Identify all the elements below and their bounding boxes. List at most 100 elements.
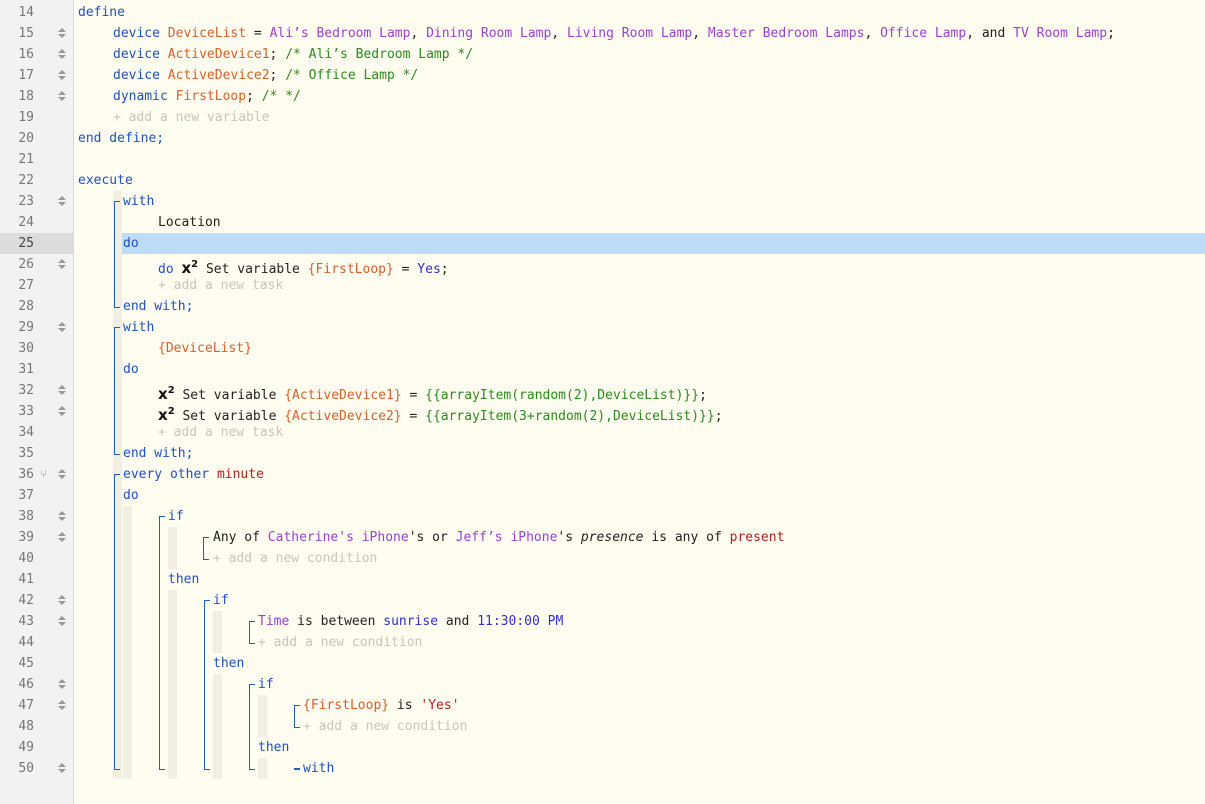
line-number: 15: [18, 26, 34, 41]
token-other: other: [169, 467, 210, 482]
token-then: then: [213, 656, 245, 671]
code-line[interactable]: do: [123, 233, 139, 254]
condition-bracket: [249, 621, 255, 644]
token-s-or: 's or: [408, 530, 448, 545]
move-handle-icon[interactable]: [56, 758, 68, 779]
move-handle-icon[interactable]: [56, 590, 68, 611]
move-handle-icon[interactable]: [56, 506, 68, 527]
code-line[interactable]: end with;: [123, 443, 193, 464]
line-number: 41: [18, 572, 34, 587]
code-line[interactable]: end with;: [123, 296, 193, 317]
token-is: is: [396, 698, 413, 713]
code-line[interactable]: every other minute: [123, 464, 264, 485]
code-line[interactable]: then: [168, 569, 199, 590]
code-line[interactable]: + add a new task: [158, 422, 283, 443]
line-number: 17: [18, 68, 34, 83]
code-line[interactable]: with: [303, 758, 334, 779]
code-line[interactable]: + add a new task: [158, 275, 283, 296]
code-line[interactable]: then: [213, 653, 244, 674]
token-lamp4: Master Bedroom Lamps: [707, 26, 865, 41]
move-handle-icon[interactable]: [56, 527, 68, 548]
condition-bracket: [203, 537, 209, 560]
code-line[interactable]: dynamic FirstLoop; /* */: [113, 86, 301, 107]
token-add-condition[interactable]: + add a new condition: [258, 635, 422, 650]
code-line[interactable]: execute: [78, 170, 133, 191]
move-handle-icon[interactable]: [56, 23, 68, 44]
token-do: do: [123, 362, 139, 377]
code-line[interactable]: if: [258, 674, 274, 695]
token-lamp2: Dining Room Lamp: [426, 26, 552, 41]
token-with: with: [123, 194, 155, 209]
code-line[interactable]: {DeviceList}: [158, 338, 252, 359]
token-expr2: {{arrayItem(3+random(2),DeviceList)}}: [425, 409, 715, 424]
token-comma: ,: [551, 26, 567, 41]
active-line-highlight: [122, 233, 1205, 254]
token-every: every: [123, 467, 163, 482]
token-add-variable[interactable]: + add a new variable: [113, 110, 270, 125]
line-gutter: 14 15 16 17 18 19 20 21 22 23 24 25 26 27 28 29 30 31 32 33…: [0, 0, 74, 804]
code-line[interactable]: do x2 Set variable {FirstLoop} = Yes;: [158, 254, 449, 277]
token-add-task[interactable]: + add a new task: [158, 278, 283, 293]
code-line[interactable]: if: [168, 506, 184, 527]
token-comma: ,: [410, 26, 427, 41]
line-number: 47: [18, 698, 34, 713]
token-lamp1: Ali’s Bedroom Lamp: [269, 26, 411, 41]
token-add-task[interactable]: + add a new task: [158, 425, 283, 440]
line-number: 36: [18, 467, 34, 482]
code-line[interactable]: Any of Catherine's iPhone's or Jeff’s iP…: [213, 527, 784, 548]
line-number: 16: [18, 47, 34, 62]
move-handle-icon[interactable]: [56, 317, 68, 338]
line-number: 32: [18, 383, 34, 398]
code-line[interactable]: define: [78, 2, 125, 23]
move-handle-icon[interactable]: [56, 86, 68, 107]
fork-icon[interactable]: ⑂: [40, 464, 52, 485]
code-line[interactable]: Location: [158, 212, 221, 233]
token-add-condition[interactable]: + add a new condition: [213, 551, 377, 566]
move-handle-icon[interactable]: [56, 191, 68, 212]
code-line[interactable]: + add a new variable: [113, 107, 270, 128]
move-handle-icon[interactable]: [56, 65, 68, 86]
move-handle-icon[interactable]: [56, 611, 68, 632]
move-handle-icon[interactable]: [56, 44, 68, 65]
code-line[interactable]: x2 Set variable {ActiveDevice2} = {{arra…: [158, 401, 723, 424]
token-present: present: [729, 530, 785, 545]
code-line[interactable]: device ActiveDevice1; /* Ali’s Bedroom L…: [113, 44, 473, 65]
move-handle-icon[interactable]: [56, 464, 68, 485]
token-device: device: [113, 26, 160, 41]
code-line[interactable]: + add a new condition: [213, 548, 377, 569]
code-line[interactable]: with: [123, 191, 154, 212]
code-line[interactable]: do: [123, 359, 139, 380]
code-line[interactable]: x2 Set variable {ActiveDevice1} = {{arra…: [158, 380, 707, 403]
line-number: 22: [18, 173, 34, 188]
if-block-bracket: [249, 684, 255, 770]
move-handle-icon[interactable]: [56, 695, 68, 716]
code-line[interactable]: Time is between sunrise and 11:30:00 PM: [258, 611, 563, 632]
token-s: 's: [557, 530, 574, 545]
code-line[interactable]: with: [123, 317, 154, 338]
token-time-val: 11:30:00 PM: [477, 614, 564, 629]
token-if: if: [258, 677, 274, 692]
code-line[interactable]: {FirstLoop} is 'Yes': [303, 695, 460, 716]
line-number: 31: [18, 362, 34, 377]
move-handle-icon[interactable]: [56, 254, 68, 275]
code-line[interactable]: device ActiveDevice2; /* Office Lamp */: [113, 65, 418, 86]
move-handle-icon[interactable]: [56, 674, 68, 695]
code-line[interactable]: then: [258, 737, 289, 758]
condition-bracket: [294, 705, 300, 728]
move-handle-icon[interactable]: [56, 401, 68, 422]
code-editor[interactable]: define device DeviceList = Ali’s Bedroom …: [74, 0, 1205, 804]
token-yes-str: 'Yes': [420, 698, 460, 713]
code-line[interactable]: if: [213, 590, 229, 611]
token-if: if: [168, 509, 184, 524]
token-add-condition[interactable]: + add a new condition: [303, 719, 467, 734]
token-then: then: [258, 740, 290, 755]
code-line[interactable]: + add a new condition: [258, 632, 422, 653]
line-number: 28: [18, 299, 34, 314]
code-line[interactable]: device DeviceList = Ali’s Bedroom Lamp, …: [113, 23, 1115, 44]
line-number: 39: [18, 530, 34, 545]
code-line[interactable]: do: [123, 485, 139, 506]
move-handle-icon[interactable]: [56, 380, 68, 401]
line-number: 21: [18, 152, 34, 167]
code-line[interactable]: end define;: [78, 128, 164, 149]
code-line[interactable]: + add a new condition: [303, 716, 467, 737]
